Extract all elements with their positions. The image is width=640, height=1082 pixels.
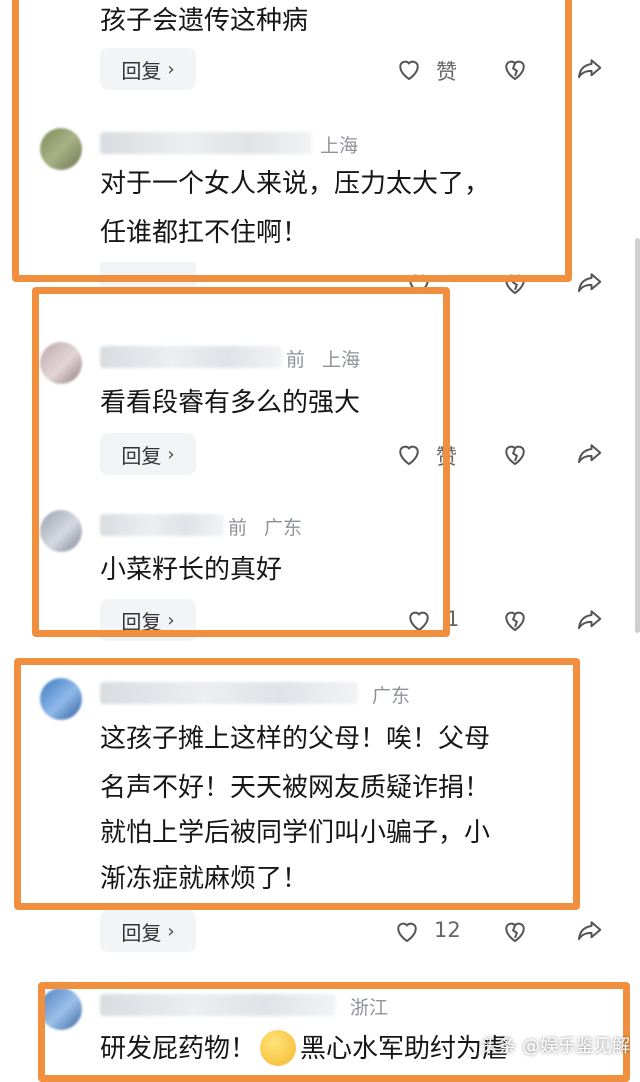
reply-label: 回复: [121, 920, 162, 945]
broken-heart-icon[interactable]: [500, 916, 530, 946]
broken-heart-icon[interactable]: [500, 439, 530, 469]
highlight-frame: [14, 658, 580, 910]
reply-button[interactable]: 回复 ›: [100, 910, 196, 952]
share-arrow-icon[interactable]: [574, 439, 604, 469]
highlight-frame: [32, 287, 450, 637]
heart-outline-icon[interactable]: [392, 916, 422, 946]
share-arrow-icon[interactable]: [574, 605, 604, 635]
share-arrow-icon[interactable]: [574, 268, 604, 298]
scrollbar[interactable]: [635, 238, 640, 633]
like-count: 12: [434, 918, 461, 942]
chevron-right-icon: ›: [167, 920, 175, 942]
share-arrow-icon[interactable]: [574, 54, 604, 84]
highlight-frame: [12, 0, 572, 282]
share-arrow-icon[interactable]: [574, 916, 604, 946]
broken-heart-icon[interactable]: [500, 605, 530, 635]
watermark-text: 头条 @娱乐鉴见解: [480, 1036, 630, 1057]
watermark: 头条 @娱乐鉴见解: [480, 1032, 630, 1058]
